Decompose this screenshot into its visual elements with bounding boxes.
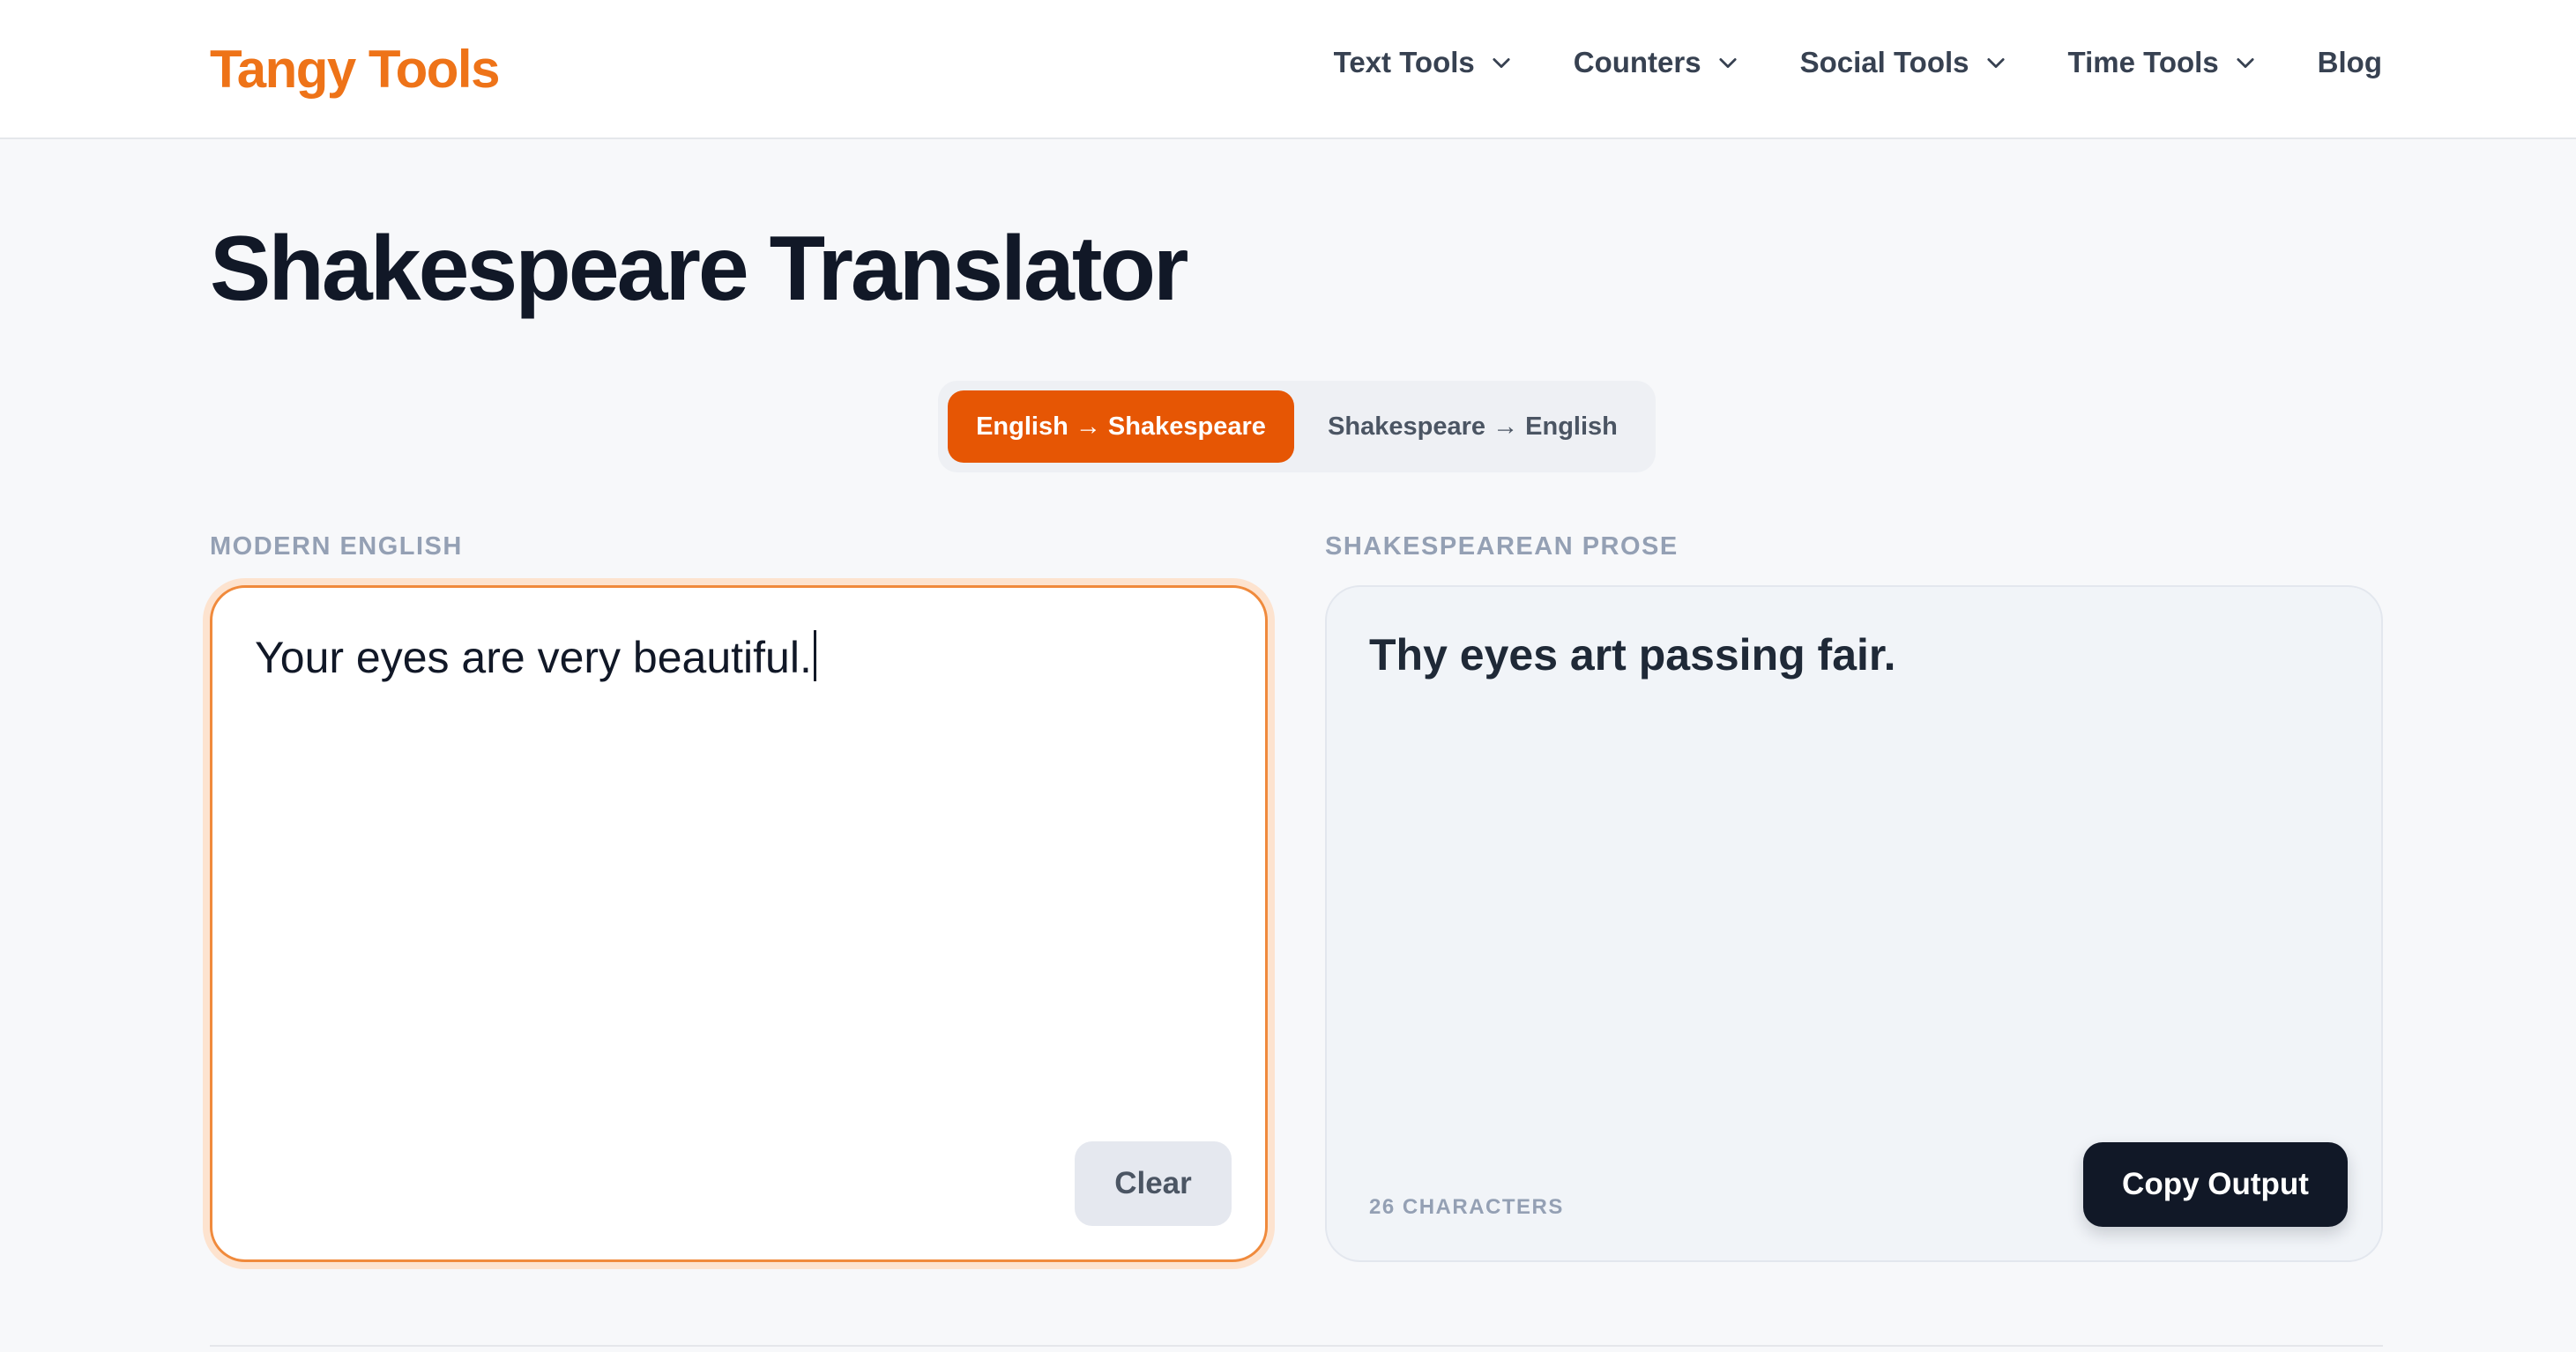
nav-item-label: Text Tools <box>1333 46 1475 78</box>
site-header: Tangy Tools Text Tools Counters Social T… <box>0 0 2576 139</box>
input-textarea[interactable]: Your eyes are very beautiful. Clear <box>210 585 1268 1262</box>
section-divider <box>210 1345 2383 1347</box>
nav-item-time-tools[interactable]: Time Tools <box>2068 46 2258 79</box>
input-label: MODERN ENGLISH <box>210 532 463 561</box>
nav-item-counters[interactable]: Counters <box>1574 46 1740 79</box>
site-logo[interactable]: Tangy Tools <box>210 39 500 100</box>
character-count: 26 CHARACTERS <box>1369 1195 1564 1219</box>
nav-item-social-tools[interactable]: Social Tools <box>1800 46 2008 79</box>
mode-english-to-shakespeare-button[interactable]: English → Shakespeare <box>948 390 1294 463</box>
page-title: Shakespeare Translator <box>210 218 1189 320</box>
chevron-down-icon <box>1493 58 1510 69</box>
clear-button[interactable]: Clear <box>1075 1141 1232 1226</box>
chevron-down-icon <box>2237 58 2254 69</box>
mode-shakespeare-to-english-button[interactable]: Shakespeare → English <box>1299 390 1646 463</box>
chevron-down-icon <box>1986 58 2005 69</box>
output-text: Thy eyes art passing fair. <box>1369 630 1896 680</box>
chevron-down-icon <box>1719 58 1737 69</box>
output-label: SHAKESPEAREAN PROSE <box>1325 532 1679 561</box>
input-text-value: Your eyes are very beautiful. <box>255 633 812 682</box>
nav-item-blog[interactable]: Blog <box>2318 46 2382 79</box>
nav-item-label: Time Tools <box>2067 46 2219 78</box>
nav-item-label: Social Tools <box>1799 46 1969 78</box>
nav-item-text-tools[interactable]: Text Tools <box>1334 46 1514 79</box>
output-panel: Thy eyes art passing fair. 26 CHARACTERS… <box>1325 585 2383 1262</box>
nav-item-label: Counters <box>1573 46 1701 78</box>
nav-item-label: Blog <box>2317 46 2382 78</box>
text-caret <box>813 630 816 681</box>
copy-output-button[interactable]: Copy Output <box>2083 1142 2348 1227</box>
input-text-wrapper: Your eyes are very beautiful. <box>255 630 816 683</box>
translation-mode-toggle: English → Shakespeare Shakespeare → Engl… <box>938 381 1656 472</box>
main-nav: Text Tools Counters Social Tools Time To… <box>1334 46 2382 79</box>
